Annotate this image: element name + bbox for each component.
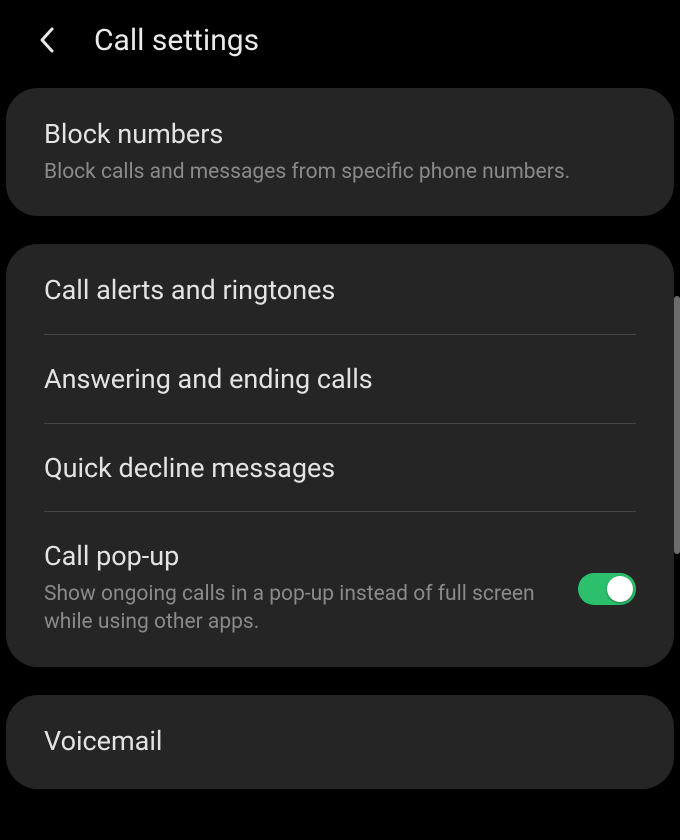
chevron-left-icon [38, 26, 58, 54]
row-voicemail[interactable]: Voicemail [6, 695, 674, 789]
row-title: Call pop-up [44, 540, 548, 574]
page-title: Call settings [94, 23, 259, 58]
row-answering-ending[interactable]: Answering and ending calls [6, 335, 674, 423]
group-call-options: Call alerts and ringtones Answering and … [6, 244, 674, 667]
row-block-numbers[interactable]: Block numbers Block calls and messages f… [6, 88, 674, 216]
row-subtitle: Block calls and messages from specific p… [44, 158, 636, 186]
screen: Call settings Block numbers Block calls … [0, 0, 680, 840]
row-call-alerts[interactable]: Call alerts and ringtones [6, 244, 674, 334]
header: Call settings [0, 0, 680, 88]
switch-knob [607, 576, 633, 602]
call-popup-toggle[interactable] [578, 573, 636, 605]
row-subtitle: Show ongoing calls in a pop-up instead o… [44, 580, 548, 637]
scrollbar[interactable] [674, 296, 680, 554]
group-voicemail: Voicemail [6, 695, 674, 789]
row-title: Answering and ending calls [44, 363, 636, 397]
row-quick-decline[interactable]: Quick decline messages [6, 424, 674, 512]
row-title: Voicemail [44, 725, 636, 759]
row-call-popup[interactable]: Call pop-up Show ongoing calls in a pop-… [6, 512, 674, 666]
group-block-numbers: Block numbers Block calls and messages f… [6, 88, 674, 216]
row-texts: Call pop-up Show ongoing calls in a pop-… [44, 540, 558, 636]
back-button[interactable] [30, 22, 66, 58]
row-title: Quick decline messages [44, 452, 636, 486]
row-title: Call alerts and ringtones [44, 274, 636, 308]
annotation-arrow [0, 817, 680, 840]
row-title: Block numbers [44, 118, 636, 152]
